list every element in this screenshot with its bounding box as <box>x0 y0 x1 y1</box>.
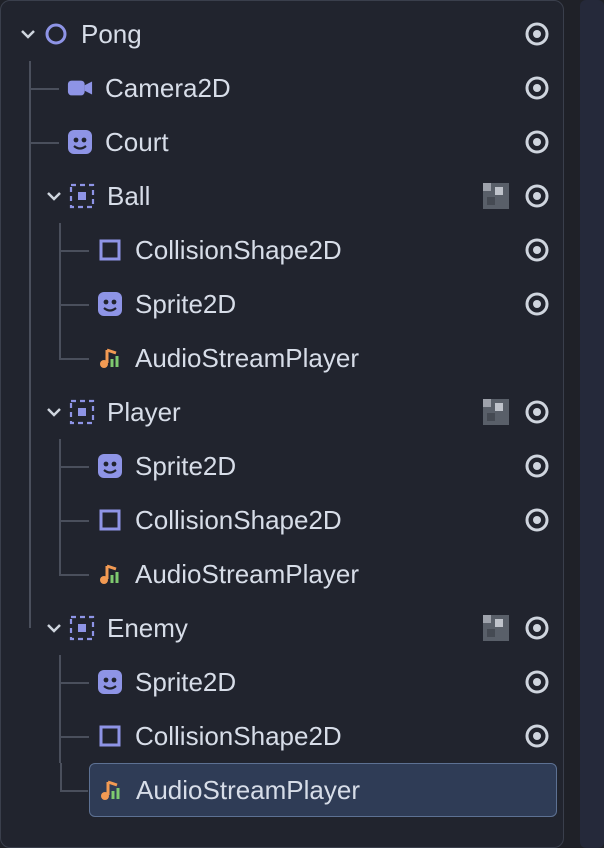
visibility-toggle[interactable] <box>523 128 551 156</box>
visibility-toggle[interactable] <box>523 20 551 48</box>
sprite-icon <box>67 129 93 155</box>
node-label: Sprite2D <box>135 289 236 320</box>
tree-node[interactable]: Camera2D <box>7 61 557 115</box>
audio-stream-icon <box>97 345 123 371</box>
chevron-down-icon <box>45 187 63 205</box>
expand-toggle[interactable] <box>43 185 65 207</box>
expand-toggle[interactable] <box>43 401 65 423</box>
eye-icon <box>524 237 550 263</box>
visibility-toggle[interactable] <box>523 506 551 534</box>
collision-shape-icon <box>97 507 123 533</box>
eye-icon <box>524 291 550 317</box>
node-label: Sprite2D <box>135 451 236 482</box>
visibility-toggle[interactable] <box>523 398 551 426</box>
tree-node-selected[interactable]: AudioStreamPlayer <box>89 763 557 817</box>
eye-icon <box>524 75 550 101</box>
expand-toggle[interactable] <box>43 617 65 639</box>
tree-node[interactable]: Ball <box>7 169 557 223</box>
node-label: Court <box>105 127 169 158</box>
node-label: Pong <box>81 19 142 50</box>
tree-node[interactable]: Court <box>7 115 557 169</box>
tree-node[interactable]: AudioStreamPlayer <box>7 331 557 385</box>
sprite-icon <box>97 291 123 317</box>
area2d-icon <box>69 615 95 641</box>
node-label: Player <box>107 397 181 428</box>
script-icon[interactable] <box>483 183 509 209</box>
node-label: Sprite2D <box>135 667 236 698</box>
camera-icon <box>67 75 93 101</box>
node-label: CollisionShape2D <box>135 235 342 266</box>
visibility-toggle[interactable] <box>523 614 551 642</box>
scene-tree-panel[interactable]: Pong Camera2D <box>0 0 564 848</box>
eye-icon <box>524 723 550 749</box>
sprite-icon <box>97 453 123 479</box>
visibility-toggle[interactable] <box>523 290 551 318</box>
node-label: CollisionShape2D <box>135 505 342 536</box>
tree-node[interactable]: CollisionShape2D <box>7 493 557 547</box>
visibility-toggle[interactable] <box>523 236 551 264</box>
node-label: AudioStreamPlayer <box>135 343 359 374</box>
eye-icon <box>524 615 550 641</box>
visibility-toggle[interactable] <box>523 668 551 696</box>
node-label: Ball <box>107 181 150 212</box>
scene-tree[interactable]: Pong Camera2D <box>7 7 557 817</box>
collision-shape-icon <box>97 723 123 749</box>
eye-icon <box>524 669 550 695</box>
tree-node[interactable]: CollisionShape2D <box>7 223 557 277</box>
eye-icon <box>524 507 550 533</box>
node-label: Enemy <box>107 613 188 644</box>
node2d-icon <box>43 21 69 47</box>
eye-icon <box>524 399 550 425</box>
tree-node[interactable]: CollisionShape2D <box>7 709 557 763</box>
chevron-down-icon <box>19 25 37 43</box>
eye-icon <box>524 129 550 155</box>
chevron-down-icon <box>45 403 63 421</box>
script-icon[interactable] <box>483 399 509 425</box>
tree-node[interactable]: Sprite2D <box>7 277 557 331</box>
visibility-toggle[interactable] <box>523 722 551 750</box>
collision-shape-icon <box>97 237 123 263</box>
audio-stream-icon <box>97 561 123 587</box>
node-label: Camera2D <box>105 73 231 104</box>
tree-node[interactable]: Player <box>7 385 557 439</box>
visibility-toggle[interactable] <box>523 452 551 480</box>
eye-icon <box>524 183 550 209</box>
adjacent-panel-edge <box>580 0 604 848</box>
expand-toggle[interactable] <box>17 23 39 45</box>
area2d-icon <box>69 183 95 209</box>
eye-icon <box>524 21 550 47</box>
chevron-down-icon <box>45 619 63 637</box>
tree-node[interactable]: Enemy <box>7 601 557 655</box>
node-label: AudioStreamPlayer <box>136 775 360 806</box>
audio-stream-icon <box>98 777 124 803</box>
sprite-icon <box>97 669 123 695</box>
tree-node-root[interactable]: Pong <box>7 7 557 61</box>
script-icon[interactable] <box>483 615 509 641</box>
visibility-toggle[interactable] <box>523 74 551 102</box>
area2d-icon <box>69 399 95 425</box>
visibility-toggle[interactable] <box>523 182 551 210</box>
tree-node[interactable]: AudioStreamPlayer <box>7 547 557 601</box>
node-label: CollisionShape2D <box>135 721 342 752</box>
node-label: AudioStreamPlayer <box>135 559 359 590</box>
tree-node[interactable]: Sprite2D <box>7 439 557 493</box>
eye-icon <box>524 453 550 479</box>
tree-node[interactable]: Sprite2D <box>7 655 557 709</box>
